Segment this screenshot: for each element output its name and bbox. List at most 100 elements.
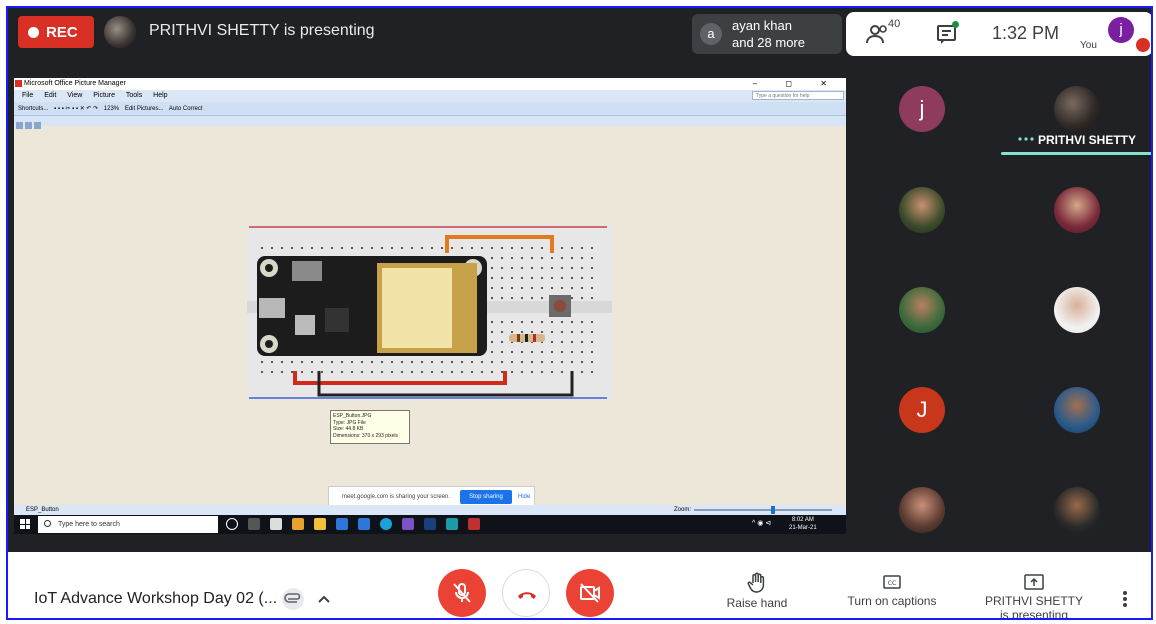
participant-photo[interactable] [899,287,945,333]
mic-off-icon [1136,38,1150,52]
help-search-input[interactable]: Type a question for help [752,91,844,100]
arduino-icon[interactable] [446,518,458,530]
camera-toggle-button[interactable] [566,569,614,617]
tooltip-dimensions: Dimensions: 370 x 293 pixels [333,432,399,439]
participant-photo[interactable] [1054,487,1100,533]
menu-tools[interactable]: Tools [126,92,142,99]
participant-panel: j PRITHVI SHETTY J [846,56,1151,552]
menu-help[interactable]: Help [153,92,167,99]
menu-edit[interactable]: Edit [44,92,56,99]
cortana-icon[interactable] [226,518,238,530]
mail-icon[interactable] [336,518,348,530]
participant-tile-prithvi-shetty[interactable] [1054,86,1100,132]
taskbar-date: 21-Mar-21 [789,525,817,531]
captions-icon: CC [883,575,901,589]
svg-text:CC: CC [888,580,896,587]
leave-call-button[interactable] [502,569,550,617]
status-bar: ESP_Button Zoom: [14,505,846,515]
menu-bar: File Edit View Picture Tools Help [14,90,846,102]
taskbar-search-placeholder: Type here to search [58,521,120,528]
view-icon[interactable] [25,122,32,129]
self-avatar: j [1108,17,1134,43]
microphone-toggle-button[interactable] [438,569,486,617]
meeting-controls-bar: IoT Advance Workshop Day 02 (... Raise h… [8,552,1151,620]
auto-correct-button[interactable]: Auto Correct [169,106,203,112]
menu-picture[interactable]: Picture [93,92,115,99]
record-dot-icon [28,26,39,38]
present-icon [1024,574,1044,590]
hand-icon [747,572,765,593]
taskbar-search-input[interactable]: Type here to search [38,516,218,533]
picture-manager-icon[interactable] [468,518,480,530]
participant-tile-j[interactable]: j [899,86,945,132]
presentation-button[interactable]: PRITHVI SHETTY is presenting [982,572,1086,620]
task-view-icon[interactable] [248,518,260,530]
taskbar-clock[interactable]: 8:02 AM 21-Mar-21 [789,516,817,532]
store-icon[interactable] [270,518,282,530]
circuit-breadboard-image [247,223,612,401]
window-controls[interactable]: – ◻ ✕ [753,78,840,90]
menu-view[interactable]: View [67,92,82,99]
participant-name-prithvi: PRITHVI SHETTY [1038,133,1137,147]
edit-pictures-button[interactable]: Edit Pictures... [125,106,164,112]
menu-file[interactable]: File [22,92,33,99]
zoom-select[interactable]: 123% [104,106,119,112]
meet-window: REC PRITHVI SHETTY is presenting a ayan … [6,6,1153,620]
participant-name: ayan khan [732,18,792,33]
attachment-icon[interactable] [282,588,304,610]
file-explorer-icon[interactable] [314,518,326,530]
raise-hand-button[interactable]: Raise hand [722,572,792,610]
stop-sharing-button[interactable]: Stop sharing [460,490,512,504]
system-tray-icons[interactable]: ^ ◉ ⊲ [752,519,771,527]
presenting-text: PRITHVI SHETTY is presenting [149,22,375,39]
zoom-label: Zoom: [674,507,692,513]
participant-photo[interactable] [1054,287,1100,333]
meeting-title[interactable]: IoT Advance Workshop Day 02 (... [34,590,277,608]
app-icon [15,80,22,87]
hide-button[interactable]: Hide [518,487,530,507]
zoom-slider-thumb[interactable] [771,506,775,514]
participant-photo[interactable] [899,187,945,233]
browser-icon[interactable] [380,518,392,530]
edge-icon[interactable] [358,518,370,530]
participant-photo[interactable] [899,487,945,533]
zoom-slider-track[interactable] [694,509,832,511]
chevron-up-icon[interactable] [314,589,334,609]
screen-share-bar: meet.google.com is sharing your screen. … [328,486,535,506]
taskbar-time: 8:02 AM [791,517,814,523]
presenting-line2: is presenting [999,608,1069,620]
view-icon[interactable] [34,122,41,129]
window-titlebar: Microsoft Office Picture Manager – ◻ ✕ [14,78,846,90]
chrome-icon[interactable] [292,518,304,530]
speaking-indicator-icon [1018,137,1034,141]
windows-start-icon[interactable] [20,519,30,529]
photoshop-icon[interactable] [424,518,436,530]
clock: 1:32 PM [992,23,1060,43]
participant-photo[interactable] [1054,387,1100,433]
people-count: 40 [888,18,901,30]
rec-label: REC [46,23,78,41]
view-icon[interactable] [16,122,23,129]
window-title: Microsoft Office Picture Manager [24,80,126,87]
self-label: You [1080,40,1097,51]
teams-icon[interactable] [402,518,414,530]
participants-chip[interactable]: a ayan khan and 28 more [692,14,842,54]
windows-taskbar: Type here to search ^ ◉ ⊲ 8:02 AM 21-Mar… [14,515,846,534]
participant-photo[interactable] [1054,187,1100,233]
toolbar-icons: ▪ ▪ ▪ ✂ ▪ ▪ ✕ ↶ ↷ [54,106,99,112]
participant-tile-J[interactable]: J [899,387,945,433]
view-toolbar [14,116,846,129]
hang-up-icon [518,592,536,599]
share-status-text: meet.google.com is sharing your screen. [342,494,451,500]
participant-more: and 28 more [732,35,805,50]
captions-button[interactable]: CC Turn on captions [842,572,942,608]
shortcuts-button[interactable]: Shortcuts... [18,106,48,112]
mic-off-icon [453,583,471,603]
participant-avatar: a [700,23,722,45]
picture-toolbar: Shortcuts... ▪ ▪ ▪ ✂ ▪ ▪ ✕ ↶ ↷ 123% Edit… [14,102,846,116]
search-icon [44,520,51,527]
more-options-icon[interactable] [1122,590,1128,608]
recording-indicator: REC [18,16,94,48]
camera-off-icon [580,583,600,603]
presenter-avatar [104,16,136,48]
